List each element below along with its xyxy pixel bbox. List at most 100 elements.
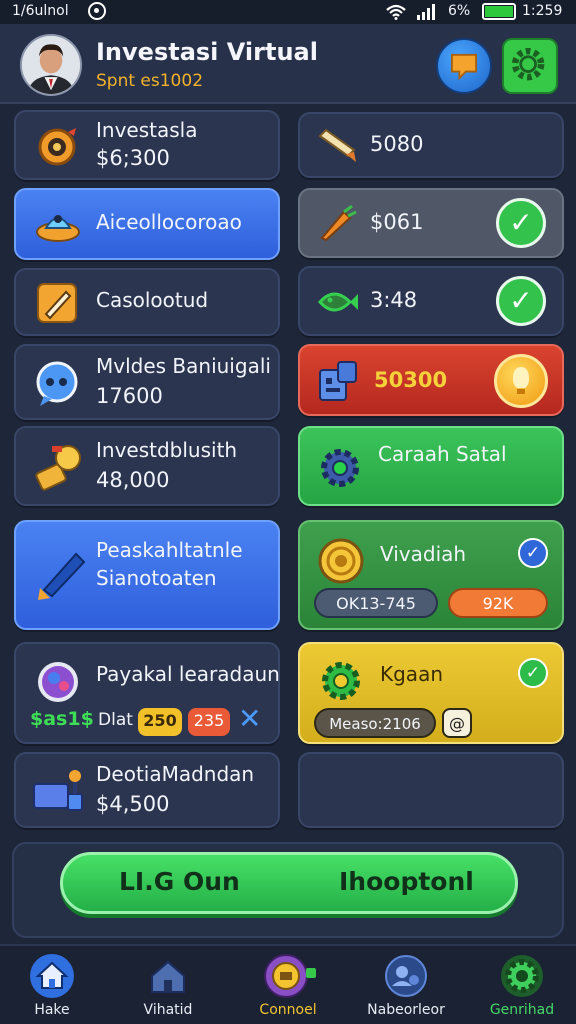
blue-pen-icon — [38, 552, 86, 600]
green-gear-icon — [322, 662, 360, 700]
planet-icon — [38, 662, 78, 702]
card-title: Investasla — [96, 118, 198, 142]
card-value: $6;300 — [96, 146, 170, 170]
nav-item-genrihad[interactable]: Genrihad — [472, 946, 572, 1024]
check-icon[interactable]: ✓ — [518, 658, 548, 688]
card-title: Payakal learadaun — [96, 662, 280, 686]
close-icon[interactable]: ✕ — [238, 702, 261, 735]
asset-card-7[interactable]: Kgaan ✓ Measo:2106 @ — [298, 642, 564, 744]
lightbulb-button[interactable] — [494, 354, 548, 408]
at-badge: @ — [442, 708, 472, 738]
page-title: Investasi Virtual — [96, 38, 318, 66]
page-subtitle: Spnt es1002 — [96, 71, 204, 91]
check-icon[interactable]: ✓ — [496, 198, 546, 248]
value-pill: OK13-745 — [314, 588, 438, 618]
user-portrait-icon — [22, 36, 80, 94]
nav-item-vihatid[interactable]: Vihatid — [118, 946, 218, 1024]
card-value: 17600 — [96, 384, 163, 408]
asset-card-6[interactable]: Vivadiah ✓ OK13-745 92K — [298, 520, 564, 630]
investment-card-7[interactable]: Payakal learadaun $as1$ Dlat 250 235 ✕ — [14, 642, 280, 744]
ufo-icon — [36, 215, 80, 242]
globe-user-icon — [385, 955, 427, 997]
nav-item-connoel[interactable]: Connoel — [238, 946, 338, 1024]
gear-icon — [501, 955, 543, 997]
nav-item-home[interactable]: Hake — [2, 946, 102, 1024]
robot-icon — [319, 361, 357, 401]
clock-icon — [88, 2, 106, 20]
primary-action-button[interactable]: LI.G Oun Ihooptonl — [60, 852, 518, 914]
nav-label: Nabeorleor — [367, 1002, 445, 1018]
card-title: DeotiaMadndan — [96, 762, 255, 786]
chat-bubble-icon — [36, 361, 78, 406]
asset-card-8-empty — [298, 752, 564, 828]
tag-label: Dlat — [98, 710, 133, 730]
lightbulb-icon — [513, 367, 529, 394]
investment-card-8[interactable]: DeotiaMadndan $4,500 — [14, 752, 280, 828]
wifi-icon — [386, 4, 406, 20]
card-title: Vivadiah — [380, 542, 467, 566]
scroll-icon — [318, 128, 356, 162]
asset-card-3[interactable]: 3:48 ✓ — [298, 266, 564, 336]
asset-card-2[interactable]: $061 ✓ — [298, 188, 564, 258]
settings-button[interactable] — [502, 38, 558, 94]
signal-icon — [417, 4, 435, 20]
card-subtitle: Sianotoaten — [96, 566, 217, 590]
app-header: Investasi Virtual Spnt es1002 — [0, 24, 576, 104]
check-icon[interactable]: ✓ — [496, 276, 546, 326]
card-joystick-icon — [33, 770, 83, 811]
card-title: Caraah Satal — [378, 442, 507, 466]
investment-card-6[interactable]: Peaskahltatnle Sianotoaten — [14, 520, 280, 630]
nav-label: Vihatid — [143, 1002, 193, 1018]
investment-card-3[interactable]: Casolootud — [14, 268, 280, 336]
card-title: Investdblusith — [96, 438, 238, 462]
asset-value: $061 — [370, 210, 424, 234]
carrier-label: 1/6ulnol — [12, 3, 69, 19]
nav-label: Connoel — [259, 1002, 317, 1018]
carrot-icon — [320, 204, 357, 242]
investment-card-5[interactable]: Investdblusith 48,000 — [14, 426, 280, 506]
chat-icon — [451, 53, 477, 81]
check-icon[interactable]: ✓ — [518, 538, 548, 568]
card-value: 48,000 — [96, 468, 170, 492]
bottom-nav: Hake Vihatid Connoel Nabeorleor Genrihad — [0, 944, 576, 1024]
asset-value: 5080 — [370, 132, 424, 156]
investment-card-4[interactable]: Mvldes Baniuigali 17600 — [14, 344, 280, 420]
hammer-coin-icon — [35, 445, 81, 491]
nav-item-nabeorleor[interactable]: Nabeorleor — [356, 946, 456, 1024]
asset-value: 3:48 — [370, 288, 418, 312]
status-bar: 1/6ulnol 6% 1:259 — [0, 0, 576, 24]
avatar[interactable] — [20, 34, 82, 96]
card-title: Peaskahltatnle — [96, 538, 243, 562]
battery-icon — [482, 3, 516, 20]
cta-right-label: Ihooptonl — [339, 867, 474, 896]
card-title: Kgaan — [380, 662, 443, 686]
asset-card-4[interactable]: 50300 — [298, 344, 564, 416]
cog-icon — [321, 449, 359, 487]
battery-percent: 6% — [448, 3, 471, 19]
asset-card-5[interactable]: Caraah Satal — [298, 426, 564, 506]
money-tag: $as1$ — [30, 708, 94, 730]
coin-robot-icon — [264, 954, 316, 998]
card-value: $4,500 — [96, 792, 170, 816]
pencil-icon — [37, 283, 77, 323]
value-pill: Measo:2106 — [314, 708, 436, 738]
asset-card-1[interactable]: 5080 — [298, 112, 564, 178]
house-icon — [151, 960, 185, 993]
investment-card-1[interactable]: Investasla $6;300 — [14, 110, 280, 180]
gold-coin-icon — [318, 538, 364, 584]
badge-orange: 235 — [188, 708, 230, 736]
badge-yellow: 250 — [138, 708, 182, 736]
investment-card-2[interactable]: Aiceollocoroao — [14, 188, 280, 260]
card-title: Mvldes Baniuigali — [96, 354, 271, 378]
nav-label: Hake — [34, 1002, 70, 1018]
amount-pill[interactable]: 92K — [448, 588, 548, 618]
gear-icon — [511, 47, 545, 81]
card-title: Aiceollocoroao — [96, 210, 242, 234]
cta-left-label: LI.G Oun — [119, 867, 240, 896]
nav-label: Genrihad — [489, 1002, 555, 1018]
home-icon — [30, 954, 74, 998]
chat-button[interactable] — [436, 38, 492, 94]
asset-value: 50300 — [374, 368, 448, 392]
fish-icon — [318, 292, 358, 312]
card-title: Casolootud — [96, 288, 209, 312]
